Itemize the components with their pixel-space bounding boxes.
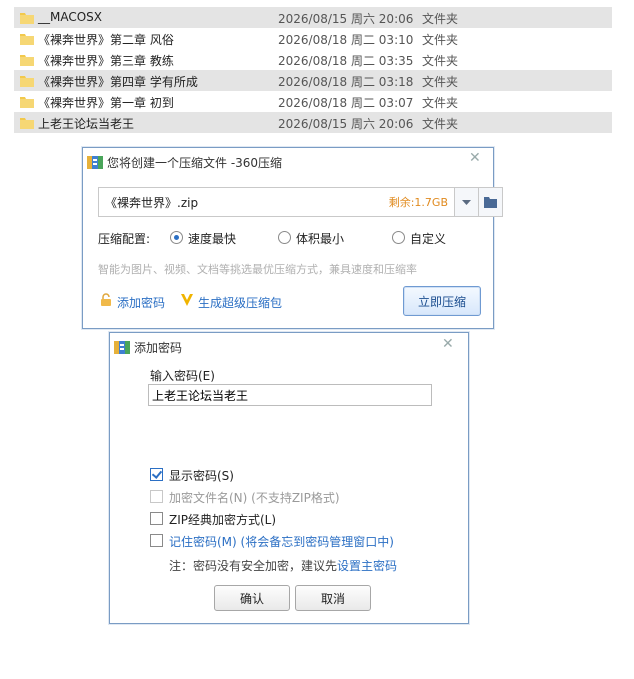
file-row[interactable]: __MACOSX 2026/08/15 周六 20:06 文件夹 (14, 7, 612, 28)
path-dropdown-button[interactable] (454, 187, 479, 217)
zip-classic-checkbox[interactable] (150, 512, 163, 525)
folder-icon (20, 34, 34, 45)
config-label: 压缩配置: (98, 232, 151, 246)
cancel-label: 取消 (320, 591, 345, 606)
file-name: 《裸奔世界》第二章 风俗 (38, 33, 174, 47)
dialog-title: 添加密码 (134, 341, 183, 355)
password-input-label: 输入密码(E) (150, 369, 215, 383)
chevron-down-icon (462, 200, 471, 205)
folder-icon (484, 197, 497, 208)
file-type: 文件夹 (422, 75, 459, 89)
file-date: 2026/08/18 周二 03:10 (278, 33, 414, 47)
file-type: 文件夹 (422, 12, 459, 26)
file-type: 文件夹 (422, 96, 459, 110)
archive-filename: 《裸奔世界》.zip (105, 196, 199, 210)
encrypt-filenames-label[interactable]: 加密文件名(N) (不支持ZIP格式) (169, 489, 340, 506)
file-type: 文件夹 (422, 54, 459, 68)
option-fastest-label[interactable]: 速度最快 (188, 230, 236, 247)
file-name: 上老王论坛当老王 (38, 117, 135, 131)
show-password-label[interactable]: 显示密码(S) (169, 467, 234, 484)
dialog-title: 您将创建一个压缩文件 -360压缩 (107, 156, 283, 170)
set-master-password-link[interactable]: 设置主密码 (337, 559, 397, 573)
file-type: 文件夹 (422, 117, 459, 131)
folder-icon (20, 97, 34, 108)
folder-icon (20, 55, 34, 66)
folder-icon (20, 13, 34, 24)
radio-custom[interactable] (392, 231, 405, 244)
disk-remaining: 剩余:1.7GB (388, 196, 448, 209)
folder-icon (20, 118, 34, 129)
close-icon[interactable]: ✕ (442, 336, 454, 352)
file-name: 《裸奔世界》第三章 教练 (38, 54, 174, 68)
cancel-button[interactable]: 取消 (295, 585, 371, 611)
file-row[interactable]: 上老王论坛当老王 2026/08/15 周六 20:06 文件夹 (14, 112, 612, 133)
file-row[interactable]: 《裸奔世界》第三章 教练 2026/08/18 周二 03:35 文件夹 (14, 49, 612, 70)
option-custom-label[interactable]: 自定义 (410, 230, 446, 247)
file-row[interactable]: 《裸奔世界》第二章 风俗 2026/08/18 周二 03:10 文件夹 (14, 28, 612, 49)
compress-hint: 智能为图片、视频、文档等挑选最优压缩方式，兼具速度和压缩率 (98, 263, 417, 276)
file-date: 2026/08/18 周二 03:07 (278, 96, 414, 110)
compress-now-button[interactable]: 立即压缩 (403, 286, 481, 316)
compress-dialog: 您将创建一个压缩文件 -360压缩 ✕ 《裸奔世界》.zip 剩余:1.7GB … (82, 147, 503, 329)
encrypt-filenames-checkbox[interactable] (150, 490, 163, 503)
v-badge-icon (181, 294, 193, 306)
radio-fastest[interactable] (170, 231, 183, 244)
file-date: 2026/08/15 周六 20:06 (278, 117, 414, 131)
password-dialog: 添加密码 ✕ 输入密码(E) 显示密码(S) 加密文件名(N) (不支持ZIP格… (109, 332, 469, 624)
file-date: 2026/08/18 周二 03:18 (278, 75, 414, 89)
ok-label: 确认 (239, 591, 264, 606)
archive-app-icon (114, 341, 130, 354)
file-date: 2026/08/18 周二 03:35 (278, 54, 414, 68)
security-note-text: 注：密码没有安全加密，建议先 (169, 559, 338, 573)
file-name: 《裸奔世界》第四章 学有所成 (38, 75, 198, 89)
archive-app-icon (87, 156, 103, 169)
password-input[interactable] (148, 384, 432, 406)
remember-password-label[interactable]: 记住密码(M) (将会备忘到密码管理窗口中) (169, 533, 394, 550)
file-row[interactable]: 《裸奔世界》第四章 学有所成 2026/08/18 周二 03:18 文件夹 (14, 70, 612, 91)
add-password-link[interactable]: 添加密码 (117, 294, 165, 311)
super-compress-link[interactable]: 生成超级压缩包 (198, 294, 282, 311)
folder-icon (20, 76, 34, 87)
radio-smallest[interactable] (278, 231, 291, 244)
file-name: __MACOSX (38, 10, 103, 24)
compress-now-label: 立即压缩 (417, 294, 466, 309)
browse-folder-button[interactable] (478, 187, 503, 217)
zip-classic-label[interactable]: ZIP经典加密方式(L) (169, 511, 276, 528)
archive-name-field[interactable]: 《裸奔世界》.zip 剩余:1.7GB (98, 187, 455, 217)
option-smallest-label[interactable]: 体积最小 (296, 230, 344, 247)
lock-icon (101, 293, 111, 306)
file-type: 文件夹 (422, 33, 459, 47)
file-name: 《裸奔世界》第一章 初到 (38, 96, 174, 110)
security-note: 注：密码没有安全加密，建议先设置主密码 (169, 557, 397, 574)
file-row[interactable]: 《裸奔世界》第一章 初到 2026/08/18 周二 03:07 文件夹 (14, 91, 612, 112)
close-icon[interactable]: ✕ (469, 150, 481, 166)
remember-password-checkbox[interactable] (150, 534, 163, 547)
file-date: 2026/08/15 周六 20:06 (278, 12, 414, 26)
ok-button[interactable]: 确认 (214, 585, 290, 611)
show-password-checkbox[interactable] (150, 468, 163, 481)
